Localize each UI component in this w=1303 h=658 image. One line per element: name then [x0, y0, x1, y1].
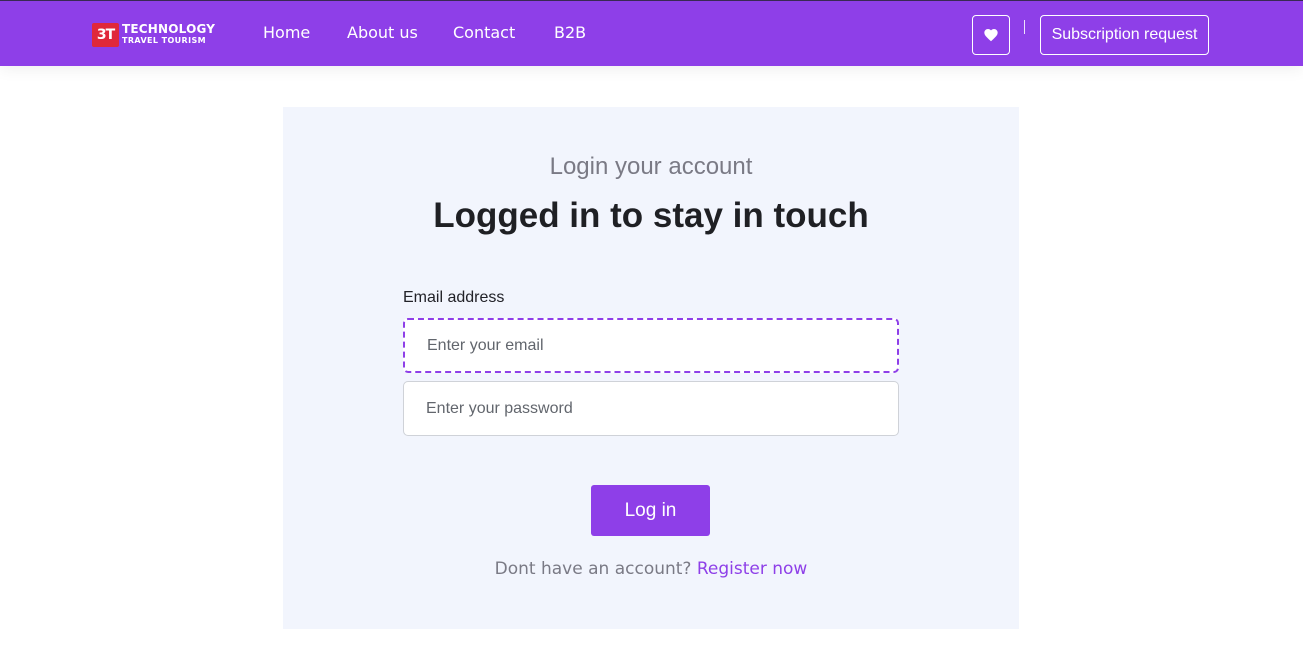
nav-link-contact[interactable]: Contact — [453, 23, 515, 42]
nav-link-about-us[interactable]: About us — [347, 23, 418, 42]
navbar: 3T TECHNOLOGY TRAVEL TOURISM Home About … — [0, 1, 1303, 66]
logo-text-line1: TECHNOLOGY — [122, 22, 216, 36]
brand-logo[interactable]: 3T TECHNOLOGY TRAVEL TOURISM — [92, 21, 216, 47]
heart-icon — [984, 29, 998, 42]
favorites-button[interactable] — [972, 15, 1010, 55]
nav-link-b2b[interactable]: B2B — [554, 23, 586, 42]
email-label: Email address — [403, 289, 505, 306]
login-button[interactable]: Log in — [591, 485, 710, 536]
login-subtitle: Login your account — [549, 153, 753, 180]
logo-mark: 3T — [92, 23, 119, 47]
login-card: Login your account Logged in to stay in … — [283, 107, 1019, 629]
nav-link-home[interactable]: Home — [263, 23, 310, 42]
logo-text-line2: TRAVEL TOURISM — [122, 36, 207, 45]
register-row: Dont have an account? Register now — [283, 559, 1019, 579]
register-link[interactable]: Register now — [697, 559, 807, 579]
register-prompt: Dont have an account? — [494, 559, 692, 579]
header-divider — [1024, 20, 1025, 34]
login-title: Logged in to stay in touch — [433, 196, 869, 235]
subscription-request-button[interactable]: Subscription request — [1040, 15, 1209, 55]
email-input[interactable] — [403, 318, 899, 373]
password-input[interactable] — [403, 381, 899, 436]
